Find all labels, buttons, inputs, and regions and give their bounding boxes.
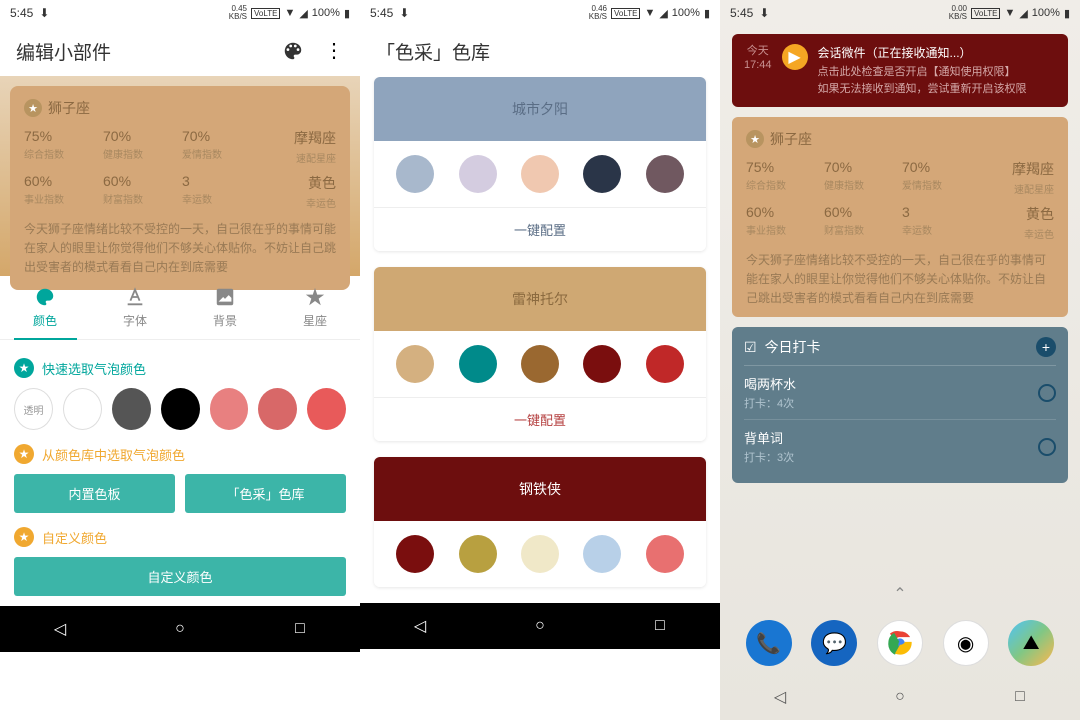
palette-swatch[interactable] (583, 155, 621, 193)
back-button[interactable]: ◁ (770, 687, 790, 707)
star-icon: ★ (14, 527, 34, 547)
palette-swatch[interactable] (583, 345, 621, 383)
palette-swatch[interactable] (583, 535, 621, 573)
chevron-up-icon[interactable]: ⌃ (720, 576, 1080, 612)
camera-app-icon[interactable]: ◉ (943, 620, 989, 666)
home-button[interactable]: ○ (170, 619, 190, 639)
send-icon: ▶ (782, 44, 808, 70)
todo-title: 今日打卡 (765, 337, 821, 357)
todo-checkbox[interactable] (1038, 438, 1056, 456)
tab-2[interactable]: 背景 (180, 276, 270, 339)
notification-card[interactable]: 今天17:44 ▶ 会话微件（正在接收通知...） 点击此处检查是否开启【通知使… (732, 34, 1068, 107)
recent-button[interactable]: □ (650, 616, 670, 636)
color-swatch[interactable] (112, 388, 151, 430)
notif-time: 今天17:44 (744, 44, 772, 97)
status-bar: 5:45⬇ 0.00KB/S VoLTE ▼◢100%▮ (720, 0, 1080, 26)
builtin-palette-button[interactable]: 内置色板 (14, 474, 175, 513)
color-swatch[interactable] (161, 388, 200, 430)
page-title: 「色采」色库 (360, 26, 720, 77)
todo-checkbox[interactable] (1038, 384, 1056, 402)
home-button[interactable]: ○ (890, 687, 910, 707)
palette-swatch[interactable] (459, 345, 497, 383)
back-button[interactable]: ◁ (410, 616, 430, 636)
messages-app-icon[interactable]: 💬 (811, 620, 857, 666)
palette-name: 钢铁侠 (374, 457, 706, 521)
section-title: 从颜色库中选取气泡颜色 (42, 445, 185, 464)
todo-item[interactable]: 背单词打卡：3次 (744, 420, 1056, 473)
dock: 📞 💬 ◉ ⛰ (720, 612, 1080, 674)
add-button[interactable]: + (1036, 337, 1056, 357)
palette-swatch[interactable] (521, 345, 559, 383)
palette-icon[interactable] (282, 40, 304, 62)
star-icon: ★ (14, 358, 34, 378)
palette-card: 城市夕阳一键配置 (374, 77, 706, 251)
palette-swatch[interactable] (521, 155, 559, 193)
section-title: 快速选取气泡颜色 (42, 359, 146, 378)
android-navbar: ◁ ○ □ (0, 606, 360, 652)
transparent-swatch[interactable]: 透明 (14, 388, 53, 430)
palette-card: 钢铁侠 (374, 457, 706, 587)
chrome-app-icon[interactable] (877, 620, 923, 666)
palette-swatch[interactable] (396, 345, 434, 383)
home-button[interactable]: ○ (530, 616, 550, 636)
recent-button[interactable]: □ (290, 619, 310, 639)
widget-preview: ★狮子座 75%综合指数70%健康指数70%爱情指数摩羯座速配星座60%事业指数… (0, 76, 360, 276)
tab-0[interactable]: 颜色 (0, 276, 90, 339)
page-title: 编辑小部件 (16, 38, 111, 65)
color-swatch[interactable] (307, 388, 346, 430)
android-navbar: ◁ ○ □ (360, 603, 720, 649)
palette-swatch[interactable] (459, 155, 497, 193)
palette-swatch[interactable] (646, 155, 684, 193)
android-navbar: ◁ ○ □ (720, 674, 1080, 720)
status-bar: 5:45⬇ 0.45KB/S VoLTE ▼◢100%▮ (0, 0, 360, 26)
palette-swatch[interactable] (646, 345, 684, 383)
horoscope-widget[interactable]: ★狮子座 75%综合指数70%健康指数70%爱情指数摩羯座速配星座60%事业指数… (732, 117, 1068, 317)
palette-card: 雷神托尔一键配置 (374, 267, 706, 441)
palette-swatch[interactable] (521, 535, 559, 573)
custom-color-button[interactable]: 自定义颜色 (14, 557, 346, 596)
apply-palette-button[interactable]: 一键配置 (374, 397, 706, 441)
star-icon: ★ (746, 130, 764, 148)
apply-palette-button[interactable]: 一键配置 (374, 207, 706, 251)
recent-button[interactable]: □ (1010, 687, 1030, 707)
color-swatch[interactable] (258, 388, 297, 430)
color-library-button[interactable]: 「色采」色库 (185, 474, 346, 513)
palette-name: 城市夕阳 (374, 77, 706, 141)
star-icon: ★ (24, 99, 42, 117)
calendar-icon: ☑ (744, 339, 757, 356)
tab-1[interactable]: 字体 (90, 276, 180, 339)
palette-name: 雷神托尔 (374, 267, 706, 331)
back-button[interactable]: ◁ (50, 619, 70, 639)
section-title: 自定义颜色 (42, 528, 107, 547)
star-icon: ★ (14, 444, 34, 464)
color-swatch[interactable] (210, 388, 249, 430)
more-icon[interactable]: ⋮ (324, 41, 344, 61)
notif-title: 会话微件（正在接收通知...） (818, 44, 1056, 62)
gallery-app-icon[interactable]: ⛰ (1008, 620, 1054, 666)
palette-swatch[interactable] (396, 155, 434, 193)
palette-swatch[interactable] (396, 535, 434, 573)
phone-app-icon[interactable]: 📞 (746, 620, 792, 666)
palette-swatch[interactable] (459, 535, 497, 573)
todo-widget[interactable]: ☑ 今日打卡 + 喝两杯水打卡：4次背单词打卡：3次 (732, 327, 1068, 483)
todo-item[interactable]: 喝两杯水打卡：4次 (744, 366, 1056, 420)
palette-swatch[interactable] (646, 535, 684, 573)
status-bar: 5:45⬇ 0.46KB/S VoLTE ▼◢100%▮ (360, 0, 720, 26)
color-swatch[interactable] (63, 388, 102, 430)
tab-3[interactable]: 星座 (270, 276, 360, 339)
